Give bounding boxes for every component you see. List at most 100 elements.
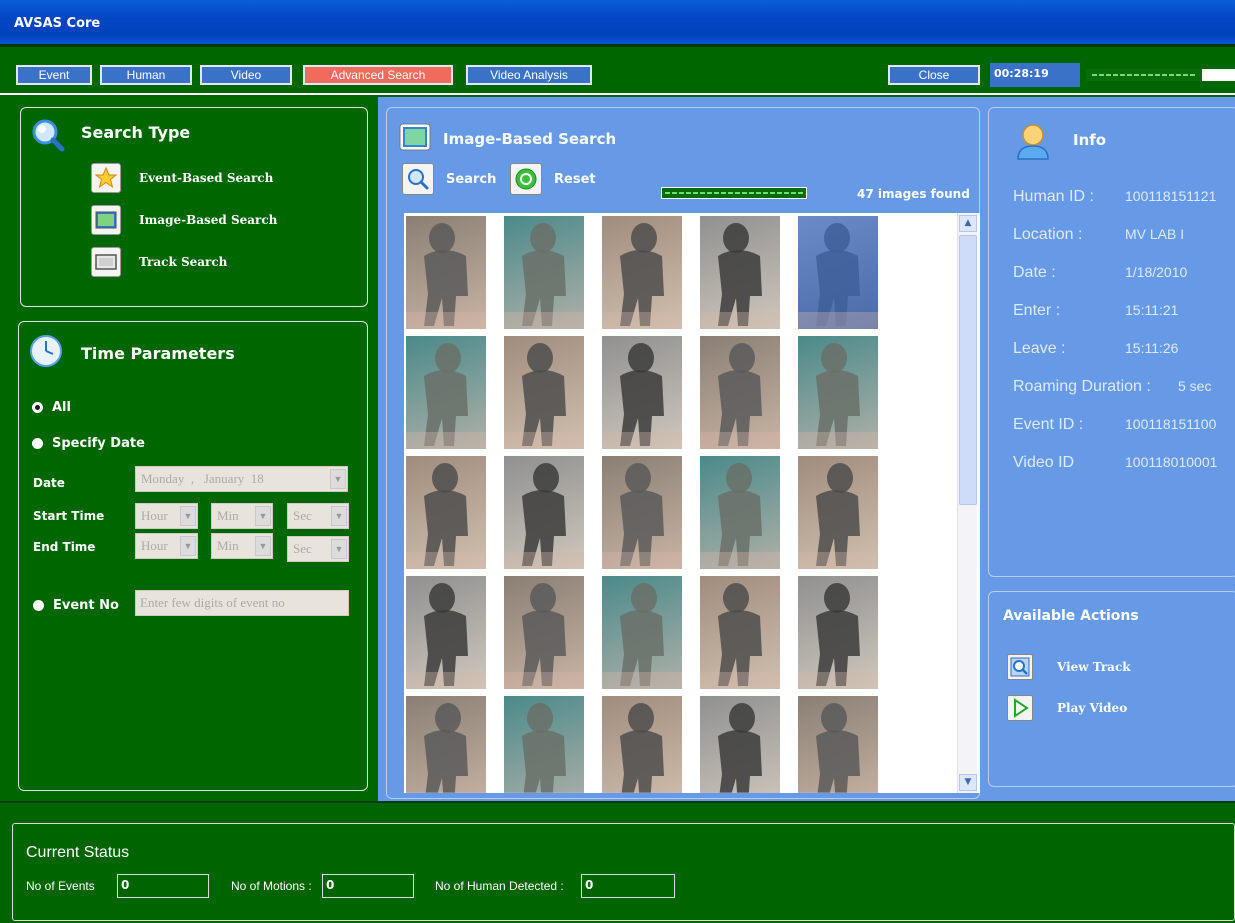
specify-date-radio[interactable]: Specify Date	[32, 436, 145, 451]
image-thumbnail[interactable]	[406, 696, 486, 793]
image-search-title: Image-Based Search	[443, 130, 617, 148]
image-thumbnail[interactable]	[602, 216, 682, 329]
time-parameters-title: Time Parameters	[81, 344, 235, 363]
humans-detected-value: 0	[581, 874, 675, 898]
image-thumbnail[interactable]	[406, 456, 486, 569]
event-no-radio[interactable]: Event No	[33, 598, 119, 613]
date-picker[interactable]: Monday , January 18 ▼	[135, 466, 348, 492]
events-count-label: No of Events	[26, 879, 95, 893]
radio-unselected-icon	[33, 600, 44, 611]
image-based-search-option[interactable]: Image-Based Search	[91, 205, 277, 235]
reset-button[interactable]: Reset	[510, 163, 596, 195]
image-thumbnail[interactable]	[406, 216, 486, 329]
event-based-search-option[interactable]: Event-Based Search	[91, 163, 273, 193]
image-thumbnail[interactable]	[700, 576, 780, 689]
scroll-down-icon[interactable]: ▼	[959, 774, 977, 791]
start-sec-select[interactable]: Sec ▼	[287, 503, 349, 529]
image-thumbnail[interactable]	[406, 576, 486, 689]
tab-video[interactable]: Video	[200, 65, 292, 85]
image-thumbnail[interactable]	[798, 576, 878, 689]
end-hour-select[interactable]: Hour ▼	[135, 533, 198, 559]
play-video-button[interactable]: Play Video	[1007, 695, 1127, 721]
view-track-icon	[1007, 654, 1033, 680]
image-thumbnail[interactable]	[602, 336, 682, 449]
end-sec-select[interactable]: Sec ▼	[287, 536, 349, 562]
image-thumbnail[interactable]	[700, 336, 780, 449]
motions-count-value: 0	[322, 874, 414, 898]
radio-selected-icon	[32, 402, 43, 413]
end-min-select[interactable]: Min ▼	[211, 533, 273, 559]
info-key: Video ID	[1013, 454, 1075, 471]
tab-advanced-search[interactable]: Advanced Search	[303, 65, 453, 85]
humans-detected-label: No of Human Detected :	[435, 879, 564, 893]
chevron-down-icon: ▼	[255, 506, 271, 526]
radio-unselected-icon	[32, 438, 43, 449]
image-thumbnail[interactable]	[798, 216, 878, 329]
close-button[interactable]: Close	[888, 65, 980, 85]
chevron-down-icon: ▼	[331, 539, 347, 559]
info-panel: Info Human ID : 100118151121 Location : MV …	[988, 107, 1235, 577]
chevron-down-icon: ▼	[330, 469, 346, 489]
image-thumbnail[interactable]	[602, 456, 682, 569]
info-row: Human ID : 100118151121	[1013, 188, 1216, 206]
start-min-value: Min	[217, 508, 239, 523]
start-time-label: Start Time	[33, 509, 105, 523]
star-icon	[91, 163, 121, 193]
gallery-scrollbar[interactable]: ▲ ▼	[957, 213, 977, 793]
info-row: Video ID 100118010001	[1013, 454, 1217, 472]
image-thumbnail[interactable]	[798, 336, 878, 449]
reset-button-label: Reset	[554, 171, 596, 187]
scrollbar-thumb[interactable]	[959, 235, 977, 505]
reset-icon	[510, 163, 542, 195]
view-track-button[interactable]: View Track	[1007, 654, 1131, 680]
image-thumbnail[interactable]	[602, 576, 682, 689]
search-type-title: Search Type	[81, 123, 191, 142]
track-icon	[91, 247, 121, 277]
start-min-select[interactable]: Min ▼	[211, 503, 273, 529]
info-value: 100118151121	[1125, 188, 1217, 204]
top-progress-fill	[1086, 69, 1203, 81]
info-key: Date :	[1013, 264, 1056, 281]
image-thumbnail[interactable]	[504, 456, 584, 569]
info-value: 100118151100	[1125, 416, 1217, 432]
info-value: 15:11:21	[1125, 302, 1179, 318]
image-thumbnail[interactable]	[700, 216, 780, 329]
image-thumbnail[interactable]	[700, 456, 780, 569]
image-thumbnail[interactable]	[504, 696, 584, 793]
info-value: 100118010001	[1125, 454, 1218, 470]
image-thumbnail[interactable]	[700, 696, 780, 793]
chevron-down-icon: ▼	[255, 536, 271, 556]
info-row: Roaming Duration : 5 sec	[1013, 378, 1211, 396]
end-hour-value: Hour	[141, 538, 168, 553]
current-status-panel: Current Status No of Events 0 No of Moti…	[12, 823, 1235, 921]
event-no-input[interactable]: Enter few digits of event no	[135, 590, 349, 616]
search-type-panel: Search Type Event-Based Search Image-Bas…	[20, 107, 368, 307]
scroll-up-icon[interactable]: ▲	[959, 215, 977, 232]
app-frame: Event Human Video Advanced Search Video …	[0, 44, 1235, 923]
info-row: Location : MV LAB I	[1013, 226, 1184, 244]
start-hour-select[interactable]: Hour ▼	[135, 503, 198, 529]
window-titlebar: AVSAS Core	[0, 0, 1235, 44]
image-thumbnail[interactable]	[406, 336, 486, 449]
track-search-option[interactable]: Track Search	[91, 247, 227, 277]
all-radio-label: All	[52, 400, 71, 415]
image-thumbnail[interactable]	[504, 216, 584, 329]
images-found-count: 47 images found	[857, 187, 970, 201]
image-thumbnail[interactable]	[798, 696, 878, 793]
image-thumbnail[interactable]	[504, 336, 584, 449]
magnifier-icon	[32, 119, 65, 152]
all-radio[interactable]: All	[32, 400, 71, 415]
search-button[interactable]: Search	[402, 163, 496, 195]
image-results-gallery[interactable]: ▲ ▼	[404, 213, 980, 793]
event-based-search-label: Event-Based Search	[139, 171, 274, 185]
image-thumbnail[interactable]	[798, 456, 878, 569]
start-sec-value: Sec	[293, 508, 312, 523]
date-day: Monday	[141, 471, 185, 486]
info-row: Enter : 15:11:21	[1013, 302, 1178, 320]
tab-human[interactable]: Human	[100, 65, 192, 85]
tab-event[interactable]: Event	[16, 65, 92, 85]
image-thumbnail[interactable]	[504, 576, 584, 689]
tab-video-analysis[interactable]: Video Analysis	[466, 65, 592, 85]
image-thumbnail[interactable]	[602, 696, 682, 793]
end-min-value: Min	[217, 538, 239, 553]
